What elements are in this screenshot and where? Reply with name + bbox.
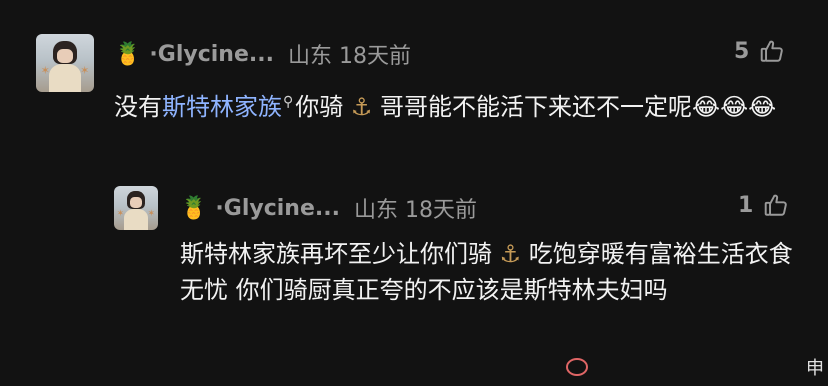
avatar[interactable]: ✶ ✶ [36, 34, 94, 92]
like-count: 1 [738, 192, 754, 218]
topic-link[interactable]: 斯特林家族 [162, 93, 282, 121]
hook-icon: ⚓ [343, 93, 381, 121]
username[interactable]: ·Glycine... [215, 196, 340, 221]
like-button[interactable]: 5 [734, 38, 785, 64]
comment-text: 斯特林家族再坏至少让你们骑 ⚓ 吃饱穿暖有富裕生活衣食无忧 你们骑厨真正夸的不应… [180, 240, 793, 304]
comment-meta: 🍍 ·Glycine... 山东 18天前 [180, 192, 477, 224]
pineapple-icon: 🍍 [180, 195, 208, 221]
comment-meta: 🍍 ·Glycine... 山东 18天前 [114, 38, 411, 70]
laughing-emoji-icon: 😂😂😂 [692, 93, 777, 121]
location-time: 山东 18天前 [287, 44, 411, 69]
thumbs-up-icon[interactable] [759, 38, 785, 64]
search-icon: ⚲ [283, 94, 294, 110]
hook-icon: ⚓ [492, 240, 529, 268]
thumbs-up-icon[interactable] [763, 192, 789, 218]
comment-text: 没有斯特林家族⚲你骑 ⚓ 哥哥能不能活下来还不一定呢😂😂😂 [114, 93, 777, 121]
pineapple-icon: 🍍 [114, 41, 142, 67]
watermark-edge-char: 申 [806, 358, 824, 379]
location-time: 山东 18天前 [353, 198, 477, 223]
weibo-logo-icon [566, 358, 588, 376]
username[interactable]: ·Glycine... [149, 42, 274, 67]
like-count: 5 [734, 38, 750, 64]
watermark [566, 354, 828, 380]
avatar[interactable]: ✶ ✶ [114, 186, 158, 230]
like-button[interactable]: 1 [738, 192, 789, 218]
